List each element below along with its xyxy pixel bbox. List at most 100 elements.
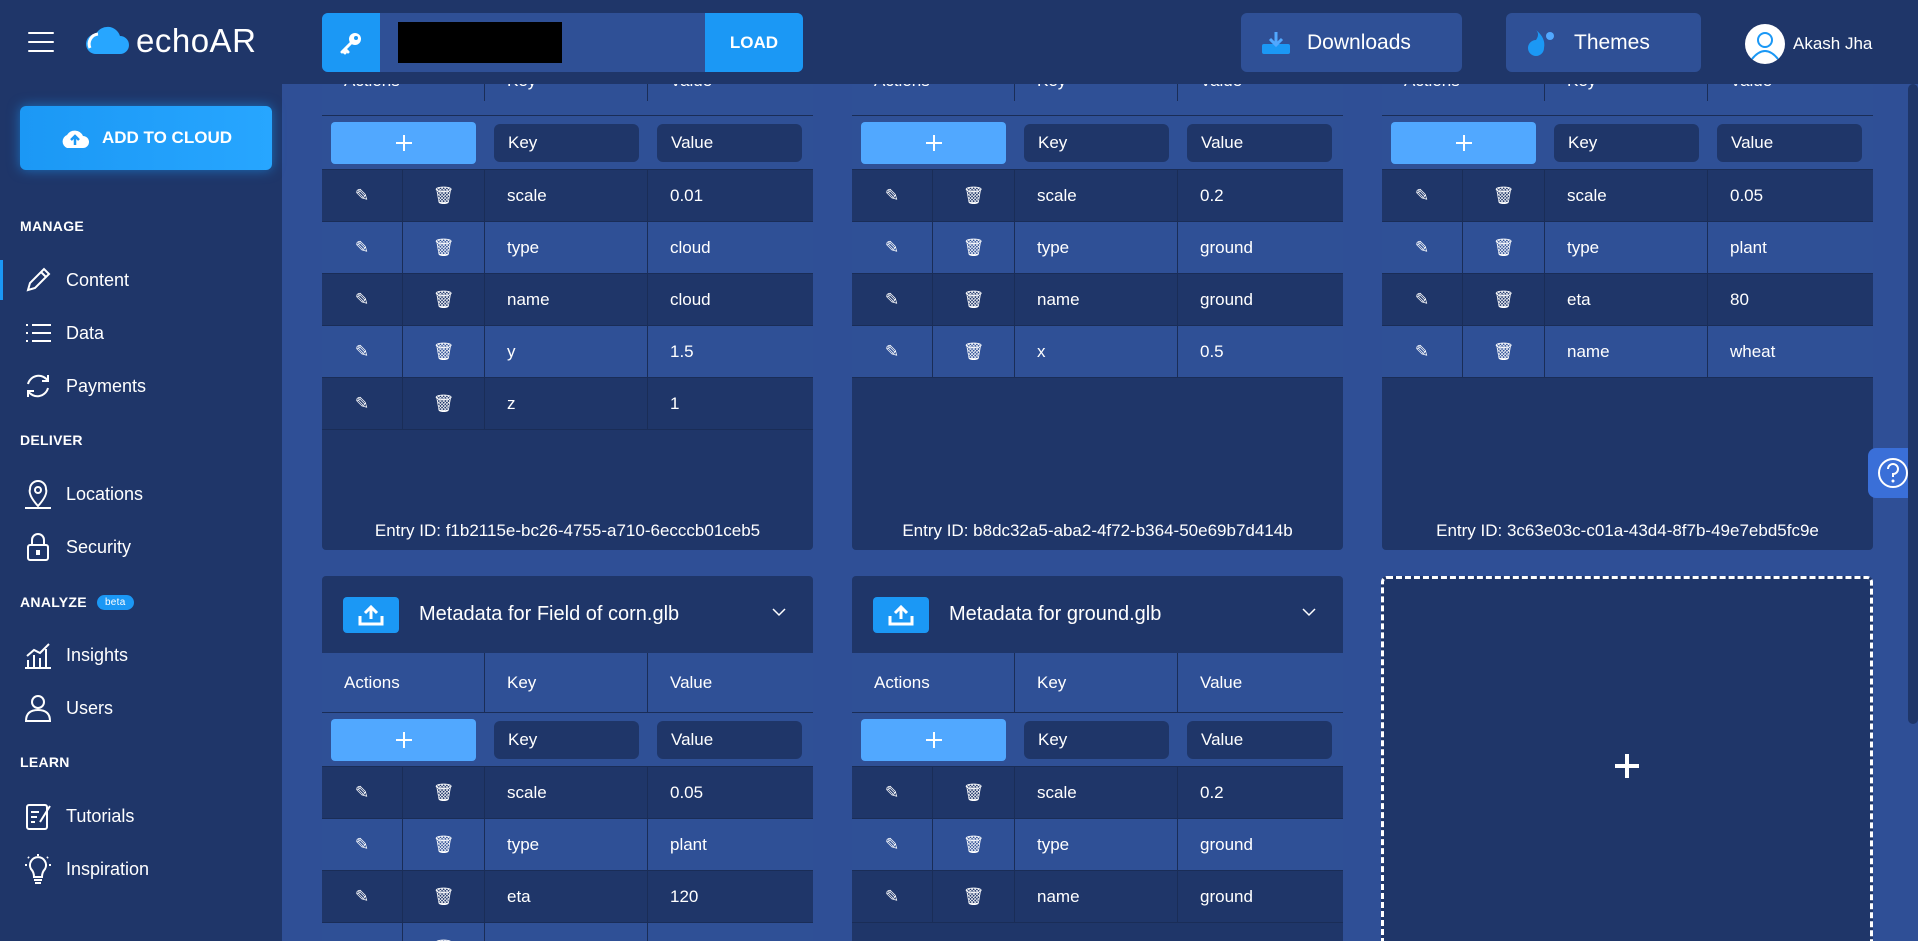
plus-icon [395, 731, 412, 748]
edit-icon[interactable]: ✎ [852, 871, 933, 922]
trash-icon[interactable]: 🗑 [933, 274, 1014, 325]
edit-icon[interactable]: ✎ [322, 819, 403, 870]
trash-icon[interactable]: 🗑 [933, 326, 1014, 377]
edit-icon[interactable]: ✎ [852, 170, 933, 221]
downloads-button[interactable]: Downloads [1241, 13, 1462, 72]
add-new-entry-card[interactable] [1381, 576, 1873, 941]
sidebar-item-label: Tutorials [66, 805, 135, 826]
edit-icon[interactable]: ✎ [322, 923, 403, 941]
trash-icon[interactable]: 🗑 [1463, 274, 1544, 325]
api-key-input[interactable] [380, 13, 705, 72]
upload-icon[interactable] [343, 596, 399, 633]
sidebar-item-content[interactable]: Content [0, 260, 282, 300]
plus-icon [925, 134, 942, 151]
row-key: z [485, 378, 648, 429]
trash-icon[interactable]: 🗑 [933, 222, 1014, 273]
edit-icon[interactable]: ✎ [322, 767, 403, 818]
col-value: Value [1200, 672, 1243, 692]
key-icon[interactable] [322, 13, 380, 72]
value-input[interactable]: Value [657, 720, 802, 759]
edit-icon[interactable]: ✎ [322, 326, 403, 377]
edit-icon[interactable]: ✎ [322, 871, 403, 922]
add-entry-button[interactable] [861, 718, 1006, 761]
row-value: 1.5 [670, 341, 694, 361]
trash-icon[interactable]: 🗑 [403, 871, 484, 922]
key-input[interactable]: Key [1024, 720, 1169, 759]
key-input[interactable]: Key [494, 123, 639, 162]
top-bar: echoAR LOAD Downloads Themes Akash Jha [0, 0, 1918, 84]
table-row: ✎ 🗑 eta 80 [1382, 274, 1873, 326]
key-input[interactable]: Key [1024, 123, 1169, 162]
trash-icon[interactable]: 🗑 [403, 767, 484, 818]
sidebar-item-data[interactable]: Data [0, 313, 282, 353]
edit-icon[interactable]: ✎ [852, 274, 933, 325]
trash-icon[interactable]: 🗑 [403, 819, 484, 870]
table-row: ✎ 🗑 name cloud [322, 274, 813, 326]
sidebar-item-users[interactable]: Users [0, 688, 282, 728]
edit-icon[interactable]: ✎ [852, 767, 933, 818]
chevron-down-icon[interactable] [1301, 604, 1317, 620]
hamburger-menu-icon[interactable] [28, 32, 54, 52]
row-key: type [1015, 819, 1178, 870]
cloud-logo-icon [86, 26, 129, 54]
trash-icon[interactable]: 🗑 [1463, 326, 1544, 377]
trash-icon[interactable]: 🗑 [933, 767, 1014, 818]
sidebar-item-tutorials[interactable]: Tutorials [0, 796, 282, 836]
edit-icon[interactable]: ✎ [322, 274, 403, 325]
add-to-cloud-button[interactable]: ADD TO CLOUD [20, 106, 272, 170]
trash-icon[interactable]: 🗑 [403, 274, 484, 325]
section-analyze: ANALYZE beta [20, 594, 134, 610]
edit-icon[interactable]: ✎ [322, 378, 403, 429]
edit-icon[interactable]: ✎ [852, 222, 933, 273]
edit-icon[interactable]: ✎ [1382, 222, 1463, 273]
edit-icon[interactable]: ✎ [1382, 326, 1463, 377]
upload-icon[interactable] [873, 596, 929, 633]
key-input[interactable]: Key [1554, 123, 1699, 162]
row-value: cloud [670, 237, 711, 257]
logo[interactable]: echoAR [84, 22, 256, 60]
edit-icon[interactable]: ✎ [1382, 170, 1463, 221]
edit-icon[interactable]: ✎ [852, 326, 933, 377]
trash-icon[interactable]: 🗑 [933, 871, 1014, 922]
themes-button[interactable]: Themes [1506, 13, 1701, 72]
trash-icon[interactable]: 🗑 [403, 378, 484, 429]
trash-icon[interactable]: 🗑 [933, 170, 1014, 221]
value-input[interactable]: Value [657, 123, 802, 162]
trash-icon[interactable]: 🗑 [403, 923, 484, 941]
row-key [485, 923, 648, 941]
metadata-card: Actions Key Value Key Value ✎🗑 scale 0.0… [1382, 60, 1873, 550]
trash-icon[interactable]: 🗑 [403, 170, 484, 221]
entry-id: Entry ID: f1b2115e-bc26-4755-a710-6ecccb… [374, 521, 761, 540]
row-key: name [1545, 326, 1708, 377]
add-entry-button[interactable] [331, 718, 476, 761]
edit-icon[interactable]: ✎ [852, 819, 933, 870]
edit-icon[interactable]: ✎ [1382, 274, 1463, 325]
sidebar-item-inspiration[interactable]: Inspiration [0, 849, 282, 889]
trash-icon[interactable]: 🗑 [933, 819, 1014, 870]
sidebar-item-locations[interactable]: Locations [0, 474, 282, 514]
sidebar-item-payments[interactable]: Payments [0, 366, 282, 406]
value-input[interactable]: Value [1717, 123, 1862, 162]
beta-badge: beta [96, 594, 134, 610]
key-input[interactable]: Key [494, 720, 639, 759]
trash-icon[interactable]: 🗑 [403, 222, 484, 273]
add-entry-button[interactable] [331, 121, 476, 164]
value-input[interactable]: Value [1187, 720, 1332, 759]
row-value: plant [1730, 237, 1767, 257]
add-entry-button[interactable] [861, 121, 1006, 164]
edit-icon[interactable]: ✎ [322, 222, 403, 273]
scrollbar[interactable] [1908, 84, 1918, 724]
trash-icon[interactable]: 🗑 [1463, 170, 1544, 221]
value-input[interactable]: Value [1187, 123, 1332, 162]
sidebar-item-security[interactable]: Security [0, 527, 282, 567]
chevron-down-icon[interactable] [771, 604, 787, 620]
sidebar-item-insights[interactable]: Insights [0, 635, 282, 675]
add-entry-button[interactable] [1391, 121, 1536, 164]
trash-icon[interactable]: 🗑 [1463, 222, 1544, 273]
user-menu[interactable]: Akash Jha [1745, 24, 1872, 64]
load-button[interactable]: LOAD [705, 13, 803, 72]
row-value [648, 923, 813, 941]
row-key: type [1015, 222, 1178, 273]
edit-icon[interactable]: ✎ [322, 170, 403, 221]
trash-icon[interactable]: 🗑 [403, 326, 484, 377]
